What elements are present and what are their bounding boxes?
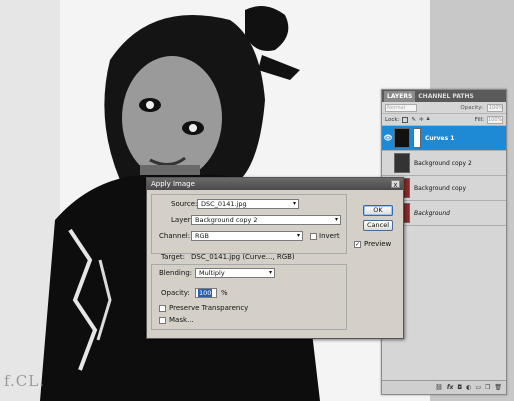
layer-row-background-copy-2[interactable]: Background copy 2 — [382, 151, 506, 176]
adjustment-thumbnail-icon — [394, 128, 410, 148]
lock-row: Lock: ✎ ✛ 🔒︎ Fill: 100% — [382, 114, 506, 126]
chevron-down-icon: ▾ — [296, 232, 300, 239]
preview-label: Preview — [364, 240, 392, 248]
opacity-input[interactable]: 100 — [195, 288, 217, 298]
source-value: DSC_0141.jpg — [201, 200, 247, 208]
preserve-transparency-label: Preserve Transparency — [169, 304, 249, 312]
chevron-down-icon: ▾ — [292, 200, 296, 207]
lock-brush-icon[interactable]: ✎ — [411, 117, 416, 123]
dialog-titlebar[interactable]: Apply Image x — [147, 178, 403, 190]
target-label: Target: — [161, 253, 186, 261]
target-value: DSC_0141.jpg (Curve..., RGB) — [191, 253, 295, 261]
invert-label: Invert — [319, 232, 340, 240]
blending-value: Multiply — [199, 269, 225, 277]
close-button[interactable]: x — [391, 180, 400, 189]
channel-value: RGB — [195, 232, 210, 240]
layer-name: Background copy — [414, 184, 467, 192]
layer-mask-thumbnail — [413, 128, 421, 148]
invert-checkbox[interactable] — [310, 233, 317, 240]
apply-image-dialog: Apply Image x Source: DSC_0141.jpg ▾ Lay… — [146, 177, 404, 339]
channel-select[interactable]: RGB ▾ — [191, 231, 303, 241]
layer-name: Background copy 2 — [414, 159, 472, 167]
layer-thumbnail — [394, 153, 410, 173]
chevron-down-icon: ▾ — [268, 269, 272, 276]
layer-name: Background — [414, 209, 450, 217]
opacity-unit: % — [221, 289, 228, 297]
adjustment-icon[interactable]: ◐ — [466, 384, 471, 391]
fill-field[interactable]: 100% — [487, 115, 503, 124]
opacity-value: 100 — [198, 289, 213, 297]
watermark-text: f.CL. — [4, 372, 45, 390]
visibility-eye-icon[interactable]: 👁︎ — [382, 134, 394, 142]
layers-options-row: Normal Opacity: 100% — [382, 102, 506, 114]
layer-row-curves[interactable]: 👁︎ Curves 1 — [382, 126, 506, 151]
folder-icon[interactable]: ▭ — [475, 384, 481, 391]
layers-panel-toolbar: ⛓︎ fx ◘ ◐ ▭ ❐ 🗑︎ — [382, 380, 506, 394]
dialog-title: Apply Image — [151, 180, 195, 188]
fill-label: Fill: — [474, 116, 484, 123]
new-layer-icon[interactable]: ❐ — [485, 384, 490, 391]
layer-value: Background copy 2 — [195, 216, 258, 224]
layers-panel-tabs: LAYERS CHANNEL PATHS — [382, 90, 506, 102]
ok-button[interactable]: OK — [363, 205, 393, 216]
channel-label: Channel: — [159, 232, 191, 240]
mask-label: Mask... — [169, 316, 194, 324]
lock-all-icon[interactable]: 🔒︎ — [427, 116, 430, 123]
blending-select[interactable]: Multiply ▾ — [195, 268, 275, 278]
fx-icon[interactable]: fx — [447, 384, 453, 391]
lock-label: Lock: — [385, 116, 400, 123]
layer-select[interactable]: Background copy 2 ▾ — [191, 215, 341, 225]
lock-move-icon[interactable]: ✛ — [419, 117, 424, 123]
cancel-button[interactable]: Cancel — [363, 220, 393, 231]
mask-icon[interactable]: ◘ — [457, 384, 462, 391]
opacity-label: Opacity: — [161, 289, 190, 297]
layer-label: Layer: — [171, 216, 193, 224]
layer-name: Curves 1 — [425, 134, 455, 142]
preserve-transparency-checkbox[interactable] — [159, 305, 166, 312]
chevron-down-icon: ▾ — [334, 216, 338, 223]
source-label: Source: — [171, 200, 198, 208]
blend-mode-select[interactable]: Normal — [385, 103, 417, 112]
blending-label: Blending: — [159, 269, 193, 277]
blend-mode-value: Normal — [387, 104, 406, 111]
mask-checkbox[interactable] — [159, 317, 166, 324]
opacity-label: Opacity: — [460, 104, 483, 111]
tab-layers[interactable]: LAYERS — [384, 91, 416, 102]
preview-checkbox[interactable]: ✓ — [354, 241, 361, 248]
opacity-field[interactable]: 100% — [487, 103, 503, 112]
tab-channels-paths[interactable]: CHANNEL PATHS — [415, 91, 477, 102]
lock-transparent-icon[interactable] — [402, 116, 409, 123]
trash-icon[interactable]: 🗑︎ — [494, 384, 502, 391]
source-select[interactable]: DSC_0141.jpg ▾ — [197, 199, 299, 209]
link-icon[interactable]: ⛓︎ — [435, 384, 443, 391]
